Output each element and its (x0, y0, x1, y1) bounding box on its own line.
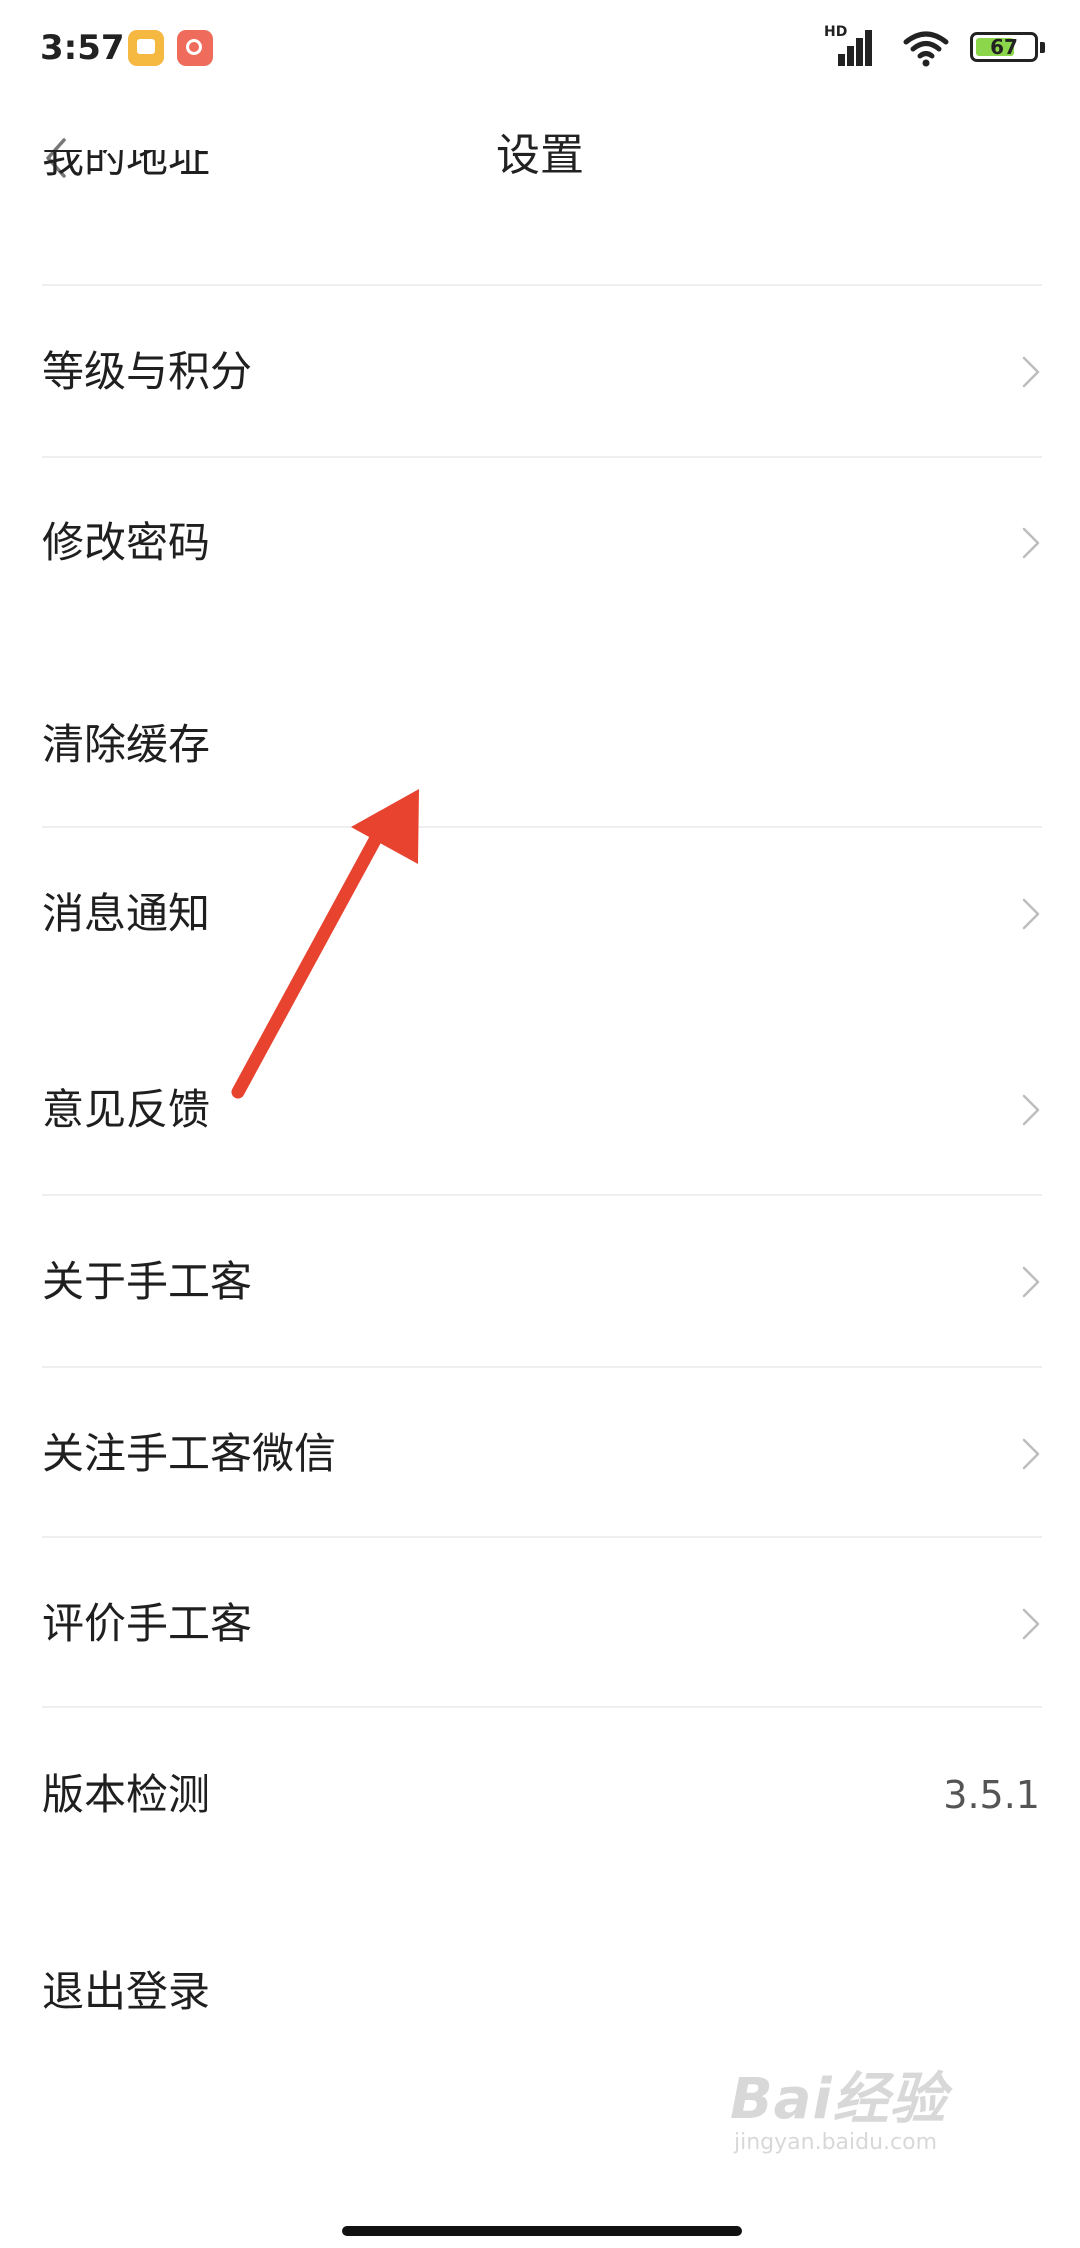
row-label: 版本检测 (42, 1770, 211, 1819)
row-label: 消息通知 (42, 889, 211, 938)
message-notification-icon (128, 30, 164, 66)
system-icons: HD 67 (746, 24, 1046, 72)
version-value: 3.5.1 (943, 1773, 1040, 1817)
settings-row-version-check[interactable]: 版本检测 3.5.1 (0, 1708, 1080, 1878)
status-time: 3:57 (40, 28, 125, 68)
watermark-url: jingyan.baidu.com (734, 2130, 938, 2155)
battery-level: 67 (990, 35, 1018, 59)
settings-row-feedback[interactable]: 意见反馈 (0, 1026, 1080, 1196)
chevron-right-icon (1022, 1608, 1040, 1640)
baidu-jingyan-watermark: Bai经验 jingyan.baidu.com (730, 2054, 1040, 2164)
row-label: 我的地址 (42, 150, 211, 182)
row-label: 关于手工客 (42, 1257, 253, 1306)
chevron-right-icon (1022, 898, 1040, 930)
row-label: 清除缓存 (42, 720, 211, 769)
chevron-right-icon (1022, 356, 1040, 388)
status-bar: 3:57 HD 67 (0, 0, 1080, 96)
settings-row-my-address[interactable]: 我的地址 (0, 150, 1080, 286)
share-app-notification-icon (177, 30, 213, 66)
settings-row-change-password[interactable]: 修改密码 (0, 458, 1080, 628)
settings-row-rate-app[interactable]: 评价手工客 (0, 1538, 1080, 1708)
chevron-right-icon (1022, 527, 1040, 559)
network-type-label: HD (824, 24, 848, 40)
settings-row-about[interactable]: 关于手工客 (0, 1196, 1080, 1366)
cellular-signal-icon: HD (824, 24, 876, 68)
row-label: 等级与积分 (42, 347, 253, 396)
chevron-right-icon (1022, 1094, 1040, 1126)
settings-row-follow-wechat[interactable]: 关注手工客微信 (0, 1368, 1080, 1538)
row-label: 意见反馈 (42, 1085, 211, 1134)
watermark-logo-text: Bai经验 (730, 2067, 947, 2132)
wifi-icon (903, 31, 949, 67)
settings-row-logout[interactable]: 退出登录 (0, 1906, 1080, 2076)
row-label: 关注手工客微信 (42, 1429, 337, 1478)
chevron-right-icon (1022, 1266, 1040, 1298)
settings-row-clear-cache[interactable]: 清除缓存 (0, 660, 1080, 830)
row-label: 退出登录 (42, 1967, 211, 2016)
row-label: 修改密码 (42, 518, 211, 567)
chevron-right-icon (1022, 1438, 1040, 1470)
home-indicator[interactable] (342, 2226, 742, 2236)
battery-icon: 67 (970, 32, 1045, 62)
settings-row-level-points[interactable]: 等级与积分 (0, 286, 1080, 456)
settings-row-message-notification[interactable]: 消息通知 (0, 828, 1080, 998)
row-label: 评价手工客 (42, 1599, 253, 1648)
